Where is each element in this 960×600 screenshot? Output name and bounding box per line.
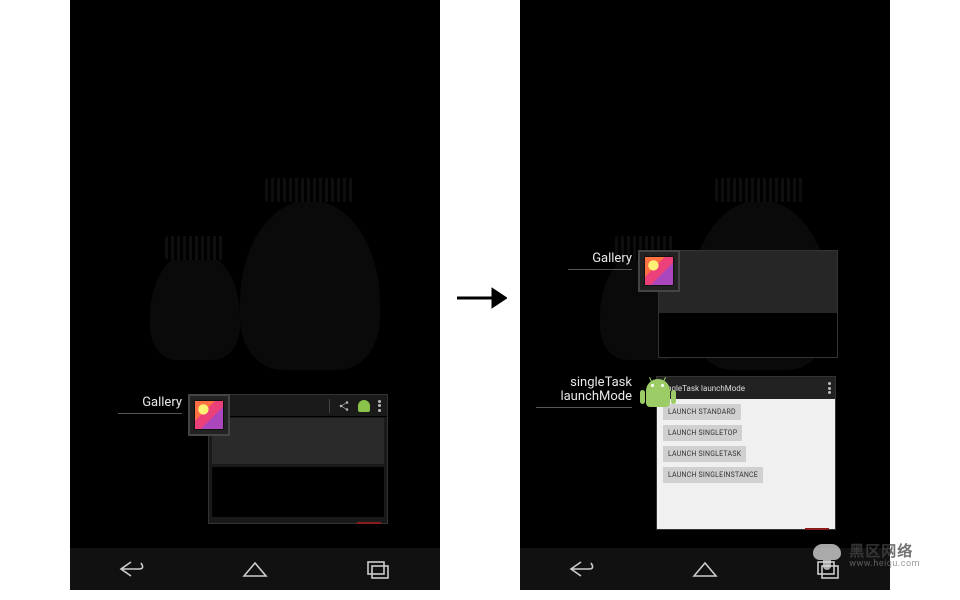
- task-thumbnail: singleTask launchMode LAUNCH STANDARD LA…: [656, 376, 836, 530]
- gallery-actionbar: [209, 395, 387, 417]
- gallery-icon: [638, 250, 680, 292]
- transition-arrow-icon: [455, 286, 507, 310]
- nav-home-button[interactable]: [240, 558, 270, 580]
- nav-back-button[interactable]: [567, 558, 597, 580]
- task-label: Gallery: [568, 252, 632, 270]
- android-icon[interactable]: [358, 400, 370, 412]
- nav-recents-button[interactable]: [363, 558, 393, 580]
- launch-singleinstance-button[interactable]: LAUNCH SINGLEINSTANCE: [663, 467, 763, 483]
- divider-icon: [329, 399, 330, 413]
- nav-home-button[interactable]: [690, 558, 720, 580]
- task-title: Gallery: [592, 252, 632, 266]
- recent-task-singletask[interactable]: singleTask launchMode singleTask launchM…: [536, 376, 836, 530]
- share-icon[interactable]: [338, 400, 350, 412]
- navigation-bar: [520, 548, 890, 590]
- task-title: singleTask launchMode: [552, 376, 632, 404]
- navigation-bar: [70, 548, 440, 590]
- overflow-icon[interactable]: [378, 400, 381, 412]
- recent-task-gallery[interactable]: Gallery: [118, 394, 388, 524]
- task-thumbnail: [208, 394, 388, 524]
- nav-recents-button[interactable]: [813, 558, 843, 580]
- task-label: singleTask launchMode: [536, 376, 632, 408]
- android-icon: [638, 376, 678, 416]
- task-label: Gallery: [118, 396, 182, 414]
- launch-singletop-button[interactable]: LAUNCH SINGLETOP: [663, 425, 742, 441]
- task-thumbnail: [658, 250, 838, 358]
- nav-back-button[interactable]: [117, 558, 147, 580]
- task-title: Gallery: [142, 396, 182, 410]
- app-actionbar: singleTask launchMode: [657, 377, 835, 399]
- gallery-icon: [188, 394, 230, 436]
- phone-screenshot-after: Gallery singleTask launchMode: [520, 0, 890, 590]
- phone-screenshot-before: Gallery: [70, 0, 440, 590]
- recent-task-gallery[interactable]: Gallery: [568, 250, 838, 358]
- overflow-icon[interactable]: [828, 382, 831, 394]
- launch-singletask-button[interactable]: LAUNCH SINGLETASK: [663, 446, 746, 462]
